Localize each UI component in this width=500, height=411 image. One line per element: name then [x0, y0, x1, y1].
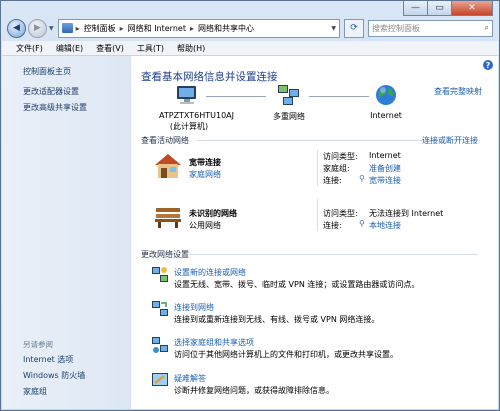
network-1-conn-label: 连接:	[323, 176, 342, 185]
new-connection-icon	[152, 267, 168, 282]
network-1-homegroup-label: 家庭组:	[323, 164, 350, 173]
menu-edit[interactable]: 编辑(E)	[56, 43, 83, 54]
network-1-access-value: Internet	[369, 151, 401, 160]
internet-globe-icon	[376, 85, 396, 105]
network-2-name: 未识别的网络	[189, 209, 237, 218]
network-2-access-label: 访问类型:	[323, 209, 358, 218]
network-1-type-link[interactable]: 家庭网络	[189, 169, 221, 180]
network-1-access-label: 访问类型:	[323, 152, 358, 161]
window-controls: — ▭ ✕	[403, 1, 493, 16]
breadcrumb-network-internet[interactable]: 网络和 Internet	[128, 23, 186, 34]
menu-file[interactable]: 文件(F)	[16, 43, 43, 54]
connect-network-icon	[152, 301, 168, 316]
network-adapter-icon: ⚲	[359, 174, 365, 183]
address-separator: ▸	[119, 23, 124, 33]
control-panel-icon	[61, 23, 73, 33]
address-field[interactable]: ▸ 控制面板 ▸ 网络和 Internet ▸ 网络和共享中心 ▼	[57, 18, 340, 38]
main-content: ? 查看基本网络信息并设置连接 查看完整映射 ATPZTXT6HTU10AJ (…	[131, 56, 498, 409]
address-bar: ◀ ▶ ▼ ▸ 控制面板 ▸ 网络和 Internet ▸ 网络和共享中心 ▼ …	[7, 17, 493, 39]
history-dropdown-icon[interactable]: ▼	[49, 25, 54, 32]
network-2-conn-link[interactable]: 本地连接	[369, 220, 401, 231]
menu-bar: 文件(F) 编辑(E) 查看(V) 工具(T) 帮助(H)	[2, 41, 498, 56]
multi-network-label: 多重网络	[273, 112, 305, 121]
address-separator: ▸	[189, 23, 194, 33]
sidebar-change-advanced-sharing[interactable]: 更改高级共享设置	[23, 102, 87, 113]
sidebar-internet-options[interactable]: Internet 选项	[23, 354, 73, 365]
vertical-divider	[317, 199, 318, 231]
map-connector-line	[206, 96, 266, 97]
page-title: 查看基本网络信息并设置连接	[141, 71, 278, 83]
troubleshoot-icon	[152, 373, 168, 386]
address-separator: ▸	[75, 23, 80, 33]
section-divider	[189, 254, 478, 255]
see-also-heading: 另请参阅	[23, 340, 53, 349]
task-setup-new-connection[interactable]: 设置新的连接或网络	[174, 267, 246, 278]
search-placeholder: 搜索控制面板	[372, 23, 420, 33]
close-button[interactable]: ✕	[451, 1, 493, 16]
network-2-conn-label: 连接:	[323, 221, 342, 230]
search-icon[interactable]: ⌕	[485, 23, 489, 33]
network-2-type: 公用网络	[189, 221, 221, 230]
computer-name: ATPZTXT6HTU10AJ	[159, 111, 235, 120]
maximize-button[interactable]: ▭	[427, 1, 452, 16]
breadcrumb-network-sharing-center[interactable]: 网络和共享中心	[198, 23, 254, 34]
task-connect-network-desc: 连接到或重新连接到无线、有线、拨号或 VPN 网络连接。	[174, 315, 380, 324]
network-2-access-value: 无法连接到 Internet	[369, 209, 444, 218]
menu-help[interactable]: 帮助(H)	[177, 43, 205, 54]
task-setup-new-connection-desc: 设置无线、宽带、拨号、临时或 VPN 连接；或设置路由器或访问点。	[174, 280, 420, 289]
address-dropdown-icon[interactable]: ▼	[331, 25, 336, 32]
multiple-networks-icon	[278, 85, 299, 105]
task-troubleshoot[interactable]: 疑难解答	[174, 373, 206, 384]
window: — ▭ ✕ ◀ ▶ ▼ ▸ 控制面板 ▸ 网络和 Internet ▸ 网络和共…	[0, 0, 500, 411]
network-1-conn-link[interactable]: 宽带连接	[369, 175, 401, 186]
task-troubleshoot-desc: 诊断并修复网络问题，或获得故障排除信息。	[174, 386, 334, 395]
view-full-map-link[interactable]: 查看完整映射	[434, 86, 482, 97]
minimize-button[interactable]: —	[403, 1, 428, 16]
sidebar: 控制面板主页 更改适配器设置 更改高级共享设置 另请参阅 Internet 选项…	[2, 56, 131, 409]
sidebar-windows-firewall[interactable]: Windows 防火墙	[23, 370, 85, 381]
refresh-button[interactable]: ⟳	[344, 18, 364, 38]
section-divider	[196, 140, 438, 141]
active-networks-heading: 查看活动网络	[141, 136, 189, 145]
network-1-name: 宽带连接	[189, 158, 221, 167]
connect-disconnect-link[interactable]: 连接或断开连接	[422, 135, 478, 146]
menu-view[interactable]: 查看(V)	[96, 43, 124, 54]
task-homegroup-sharing-desc: 访问位于其他网络计算机上的文件和打印机，或更改共享设置。	[174, 350, 398, 359]
breadcrumb-control-panel[interactable]: 控制面板	[84, 23, 116, 34]
map-connector-line	[309, 96, 369, 97]
home-network-icon	[155, 154, 181, 178]
vertical-divider	[317, 150, 318, 186]
menu-tools[interactable]: 工具(T)	[137, 43, 164, 54]
help-icon[interactable]: ?	[483, 60, 493, 70]
network-1-homegroup-link[interactable]: 准备创建	[369, 163, 401, 174]
change-settings-heading: 更改网络设置	[141, 250, 189, 259]
task-homegroup-sharing[interactable]: 选择家庭组和共享选项	[174, 337, 254, 348]
computer-subtitle: (此计算机)	[169, 122, 209, 131]
back-button[interactable]: ◀	[7, 18, 26, 38]
sidebar-change-adapter-settings[interactable]: 更改适配器设置	[23, 86, 79, 97]
public-network-bench-icon	[155, 208, 181, 228]
internet-label: Internet	[370, 111, 402, 120]
search-input[interactable]: 搜索控制面板 ⌕	[368, 19, 493, 37]
sidebar-homegroup[interactable]: 家庭组	[23, 386, 47, 397]
task-connect-network[interactable]: 连接到网络	[174, 302, 214, 313]
homegroup-sharing-icon	[152, 337, 168, 353]
network-adapter-icon: ⚲	[359, 219, 365, 228]
sidebar-control-panel-home[interactable]: 控制面板主页	[23, 66, 71, 77]
forward-button[interactable]: ▶	[28, 18, 47, 38]
computer-icon	[177, 86, 196, 104]
